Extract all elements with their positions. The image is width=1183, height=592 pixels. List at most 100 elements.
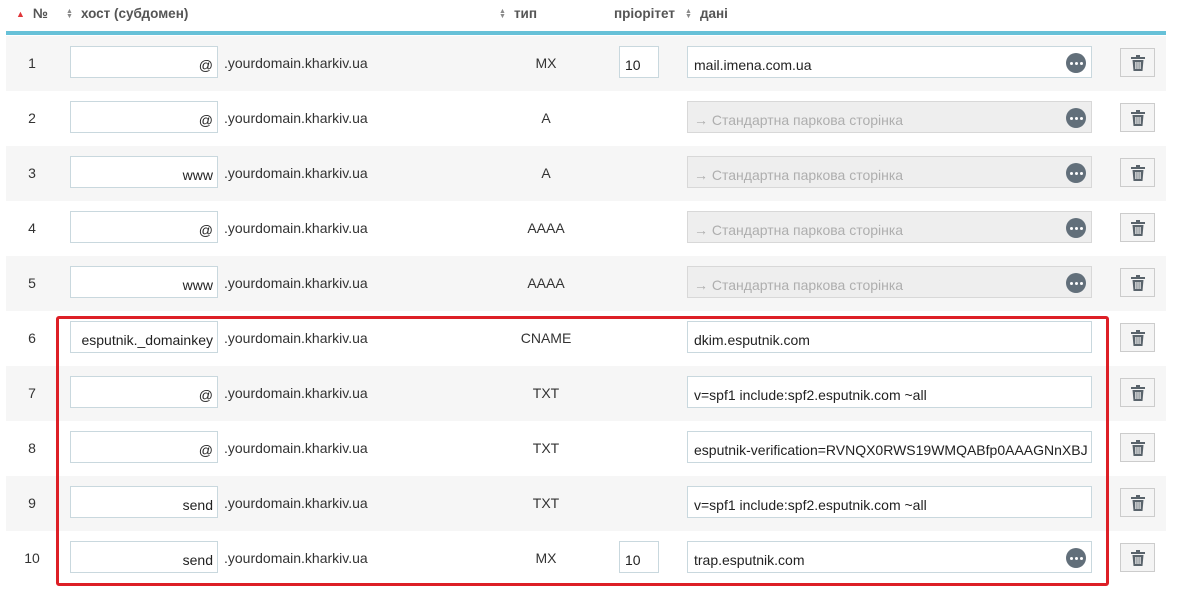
row-number: 2 [28, 110, 36, 126]
sort-asc-icon: ▲ [16, 8, 25, 19]
record-type: A [541, 110, 551, 126]
more-options-icon[interactable] [1066, 108, 1086, 128]
row-number: 6 [28, 330, 36, 346]
data-value: esputnik-verification=RVNQX0RWS19WMQABfp… [694, 442, 1088, 458]
domain-suffix: .yourdomain.kharkiv.ua [224, 495, 368, 511]
column-header-priority[interactable]: пріорітет [614, 6, 675, 21]
data-input[interactable]: mail.imena.com.ua [687, 46, 1092, 78]
column-header-data[interactable]: ▲ ▼ дані [685, 6, 728, 21]
domain-suffix: .yourdomain.kharkiv.ua [224, 55, 368, 71]
delete-button[interactable] [1120, 488, 1155, 517]
data-value: dkim.esputnik.com [694, 332, 810, 348]
table-row: 7 @ .yourdomain.kharkiv.ua TXT v=spf1 includ… [6, 366, 1166, 421]
table-row: 1 @ .yourdomain.kharkiv.ua MX 10 mail.imena.c… [6, 36, 1166, 91]
trash-icon [1130, 109, 1145, 126]
domain-suffix: .yourdomain.kharkiv.ua [224, 165, 368, 181]
row-number: 4 [28, 220, 36, 236]
data-input: → Стандартна паркова сторінка [687, 266, 1092, 298]
host-input[interactable]: @ [70, 376, 218, 408]
record-type: TXT [532, 495, 560, 511]
trash-icon [1130, 384, 1145, 401]
row-number: 3 [28, 165, 36, 181]
data-value: → Стандартна паркова сторінка [694, 222, 904, 238]
host-input[interactable]: @ [70, 431, 218, 463]
row-number: 10 [24, 550, 40, 566]
sort-icon: ▲ ▼ [66, 7, 73, 20]
domain-suffix: .yourdomain.kharkiv.ua [224, 440, 368, 456]
sort-icon: ▲ ▼ [499, 7, 506, 20]
data-input[interactable]: v=spf1 include:spf2.esputnik.com ~all [687, 376, 1092, 408]
trash-icon [1130, 274, 1145, 291]
row-number: 1 [28, 55, 36, 71]
domain-suffix: .yourdomain.kharkiv.ua [224, 220, 368, 236]
delete-button[interactable] [1120, 543, 1155, 572]
data-value: → Стандартна паркова сторінка [694, 277, 904, 293]
table-row: 3 www .yourdomain.kharkiv.ua A → Стандартна … [6, 146, 1166, 201]
table-header: ▲ № ▲ ▼ хост (субдомен) ▲ ▼ тип пріорітет … [0, 0, 1166, 32]
record-type: AAAA [527, 220, 565, 236]
table-row: 4 @ .yourdomain.kharkiv.ua AAAA → Стандартна… [6, 201, 1166, 256]
delete-button[interactable] [1120, 213, 1155, 242]
domain-suffix: .yourdomain.kharkiv.ua [224, 385, 368, 401]
row-number: 7 [28, 385, 36, 401]
domain-suffix: .yourdomain.kharkiv.ua [224, 110, 368, 126]
delete-button[interactable] [1120, 268, 1155, 297]
trash-icon [1130, 164, 1145, 181]
host-input[interactable]: send [70, 541, 218, 573]
delete-button[interactable] [1120, 378, 1155, 407]
domain-suffix: .yourdomain.kharkiv.ua [224, 275, 368, 291]
data-input[interactable]: esputnik-verification=RVNQX0RWS19WMQABfp… [687, 431, 1092, 463]
more-options-icon[interactable] [1066, 273, 1086, 293]
data-input: → Стандартна паркова сторінка [687, 211, 1092, 243]
host-input[interactable]: send [70, 486, 218, 518]
data-value: mail.imena.com.ua [694, 57, 812, 73]
delete-button[interactable] [1120, 323, 1155, 352]
more-options-icon[interactable] [1066, 53, 1086, 73]
table-row: 6 esputnik._domainkey .yourdomain.kharkiv.… [6, 311, 1166, 366]
delete-button[interactable] [1120, 48, 1155, 77]
delete-button[interactable] [1120, 433, 1155, 462]
data-value: → Стандартна паркова сторінка [694, 167, 904, 183]
priority-input[interactable]: 10 [619, 46, 659, 78]
table-row: 10 send .yourdomain.kharkiv.ua MX 10 trap.esp… [6, 531, 1166, 586]
data-input: → Стандартна паркова сторінка [687, 156, 1092, 188]
column-header-host[interactable]: ▲ ▼ хост (субдомен) [66, 6, 188, 21]
data-value: → Стандартна паркова сторінка [694, 112, 904, 128]
host-input[interactable]: @ [70, 211, 218, 243]
record-type: CNAME [520, 330, 572, 346]
trash-icon [1130, 439, 1145, 456]
priority-input[interactable]: 10 [619, 541, 659, 573]
delete-button[interactable] [1120, 158, 1155, 187]
record-type: A [541, 165, 551, 181]
host-input[interactable]: @ [70, 46, 218, 78]
more-options-icon[interactable] [1066, 548, 1086, 568]
data-value: v=spf1 include:spf2.esputnik.com ~all [694, 387, 927, 403]
trash-icon [1130, 549, 1145, 566]
column-header-type[interactable]: ▲ ▼ тип [499, 6, 537, 21]
more-options-icon[interactable] [1066, 218, 1086, 238]
data-value: trap.esputnik.com [694, 552, 805, 568]
record-type: AAAA [527, 275, 565, 291]
host-input[interactable]: www [70, 266, 218, 298]
trash-icon [1130, 54, 1145, 71]
header-divider [6, 31, 1166, 35]
data-value: v=spf1 include:spf2.esputnik.com ~all [694, 497, 927, 513]
more-options-icon[interactable] [1066, 163, 1086, 183]
table-row: 9 send .yourdomain.kharkiv.ua TXT v=spf1 inc… [6, 476, 1166, 531]
table-row: 8 @ .yourdomain.kharkiv.ua TXT esputnik-veri… [6, 421, 1166, 476]
table-row: 2 @ .yourdomain.kharkiv.ua A → Стандартна па… [6, 91, 1166, 146]
trash-icon [1130, 329, 1145, 346]
host-input[interactable]: esputnik._domainkey [70, 321, 218, 353]
record-type: MX [535, 55, 557, 71]
host-input[interactable]: www [70, 156, 218, 188]
trash-icon [1130, 219, 1145, 236]
host-input[interactable]: @ [70, 101, 218, 133]
domain-suffix: .yourdomain.kharkiv.ua [224, 330, 368, 346]
data-input[interactable]: trap.esputnik.com [687, 541, 1092, 573]
domain-suffix: .yourdomain.kharkiv.ua [224, 550, 368, 566]
row-number: 8 [28, 440, 36, 456]
column-header-num[interactable]: ▲ № [16, 6, 48, 21]
delete-button[interactable] [1120, 103, 1155, 132]
data-input[interactable]: v=spf1 include:spf2.esputnik.com ~all [687, 486, 1092, 518]
data-input[interactable]: dkim.esputnik.com [687, 321, 1092, 353]
